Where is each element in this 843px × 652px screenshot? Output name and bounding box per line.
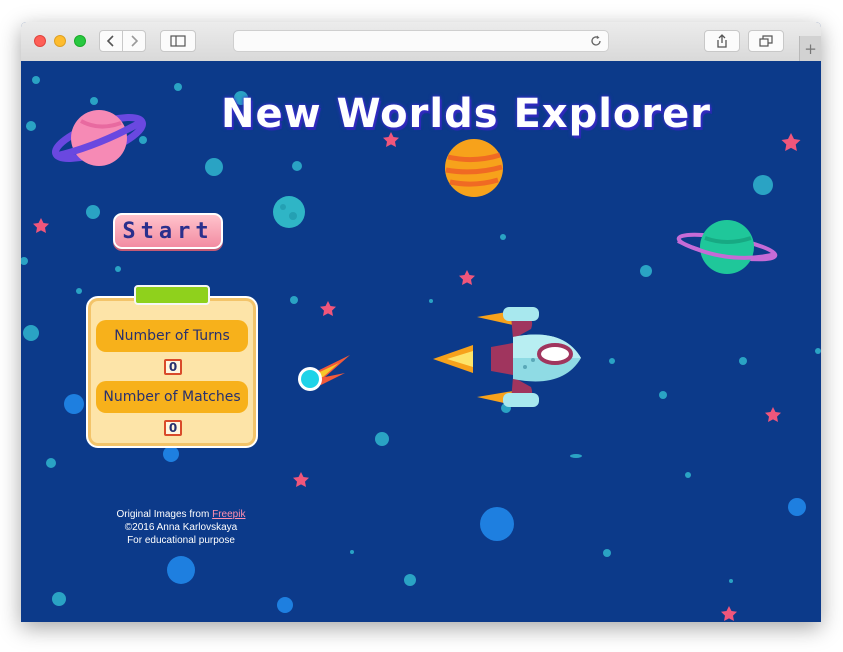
score-panel: Number of Turns 0 Number of Matches 0 bbox=[86, 285, 258, 448]
sidebar-button[interactable] bbox=[160, 30, 196, 52]
address-bar[interactable] bbox=[233, 30, 609, 52]
reload-icon[interactable] bbox=[590, 35, 602, 47]
tabs-overview-button[interactable] bbox=[748, 30, 784, 52]
matches-counter: 0 bbox=[164, 420, 182, 436]
maximize-window-button[interactable] bbox=[74, 35, 86, 47]
close-window-button[interactable] bbox=[34, 35, 46, 47]
orange-planet-icon bbox=[445, 139, 503, 197]
game-title: New Worlds Explorer bbox=[221, 91, 711, 137]
comet-icon bbox=[298, 355, 350, 391]
browser-toolbar: + bbox=[21, 22, 821, 62]
turns-counter: 0 bbox=[164, 359, 182, 375]
matches-label: Number of Matches bbox=[96, 381, 248, 413]
share-icon bbox=[717, 34, 727, 48]
new-tab-button[interactable]: + bbox=[799, 36, 821, 61]
credits-line-3: For educational purpose bbox=[127, 535, 235, 546]
turns-label: Number of Turns bbox=[96, 320, 248, 352]
credits-line-2: ©2016 Anna Karlovskaya bbox=[124, 522, 238, 533]
tabs-icon bbox=[759, 35, 773, 47]
credits-line-1: Original Images from Freepik bbox=[101, 508, 261, 521]
chevron-right-icon bbox=[131, 35, 139, 47]
back-button[interactable] bbox=[99, 30, 123, 52]
share-button[interactable] bbox=[704, 30, 740, 52]
sidebar-icon bbox=[170, 35, 186, 47]
rocket-ship-icon bbox=[433, 307, 581, 407]
chevron-left-icon bbox=[106, 35, 114, 47]
panel-clip bbox=[134, 285, 210, 305]
credits: Original Images from Freepik ©2016 Anna … bbox=[101, 508, 261, 547]
forward-button[interactable] bbox=[122, 30, 146, 52]
teal-moon-icon bbox=[273, 196, 305, 228]
browser-window: + New Worlds Explorer Start Number of Tu… bbox=[21, 22, 821, 622]
freepik-link[interactable]: Freepik bbox=[212, 509, 245, 520]
game-stage: New Worlds Explorer Start Number of Turn… bbox=[21, 61, 821, 622]
credits-source-text: Original Images from bbox=[116, 509, 213, 520]
start-button[interactable]: Start bbox=[113, 213, 223, 249]
minimize-window-button[interactable] bbox=[54, 35, 66, 47]
green-ringed-planet-icon bbox=[676, 220, 778, 274]
